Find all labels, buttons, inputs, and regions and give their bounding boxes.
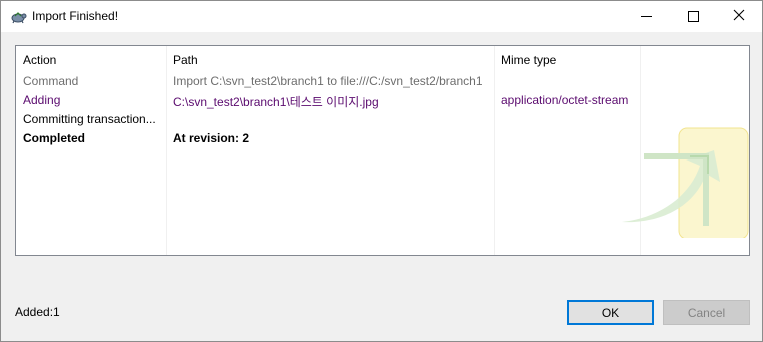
close-button[interactable] [716,1,762,32]
import-arrow-watermark-icon [620,126,749,240]
title-bar[interactable]: Import Finished! [1,1,762,32]
tortoise-svn-icon [10,8,27,25]
row-path: C:\svn_test2\branch1\테스트 이미지.jpg [173,95,379,109]
row-path: Import C:\svn_test2\branch1 to file:///C… [173,74,483,88]
results-list[interactable]: Action Path Mime type Command Import C:\… [15,45,750,256]
added-count-label: Added:1 [15,305,60,319]
close-icon [733,9,745,24]
ok-button[interactable]: OK [567,300,654,325]
column-separator[interactable] [166,46,167,255]
column-header-path[interactable]: Path [173,53,198,67]
minimize-button[interactable] [623,1,669,32]
maximize-icon [687,11,699,22]
window-title: Import Finished! [32,9,119,23]
row-path: At revision: 2 [173,131,250,145]
minimize-icon [640,16,652,17]
row-mime-type: application/octet-stream [501,93,629,107]
column-separator[interactable] [494,46,495,255]
import-finished-dialog: Import Finished! Action Path Mime type C… [0,0,763,342]
row-action: Committing transaction... [23,112,156,126]
row-action: Completed [23,131,86,145]
column-header-action[interactable]: Action [23,53,56,67]
row-action: Adding [23,93,61,107]
row-action: Command [23,74,79,88]
maximize-button[interactable] [670,1,716,32]
cancel-button[interactable]: Cancel [663,300,750,325]
column-header-mime-type[interactable]: Mime type [501,53,556,67]
